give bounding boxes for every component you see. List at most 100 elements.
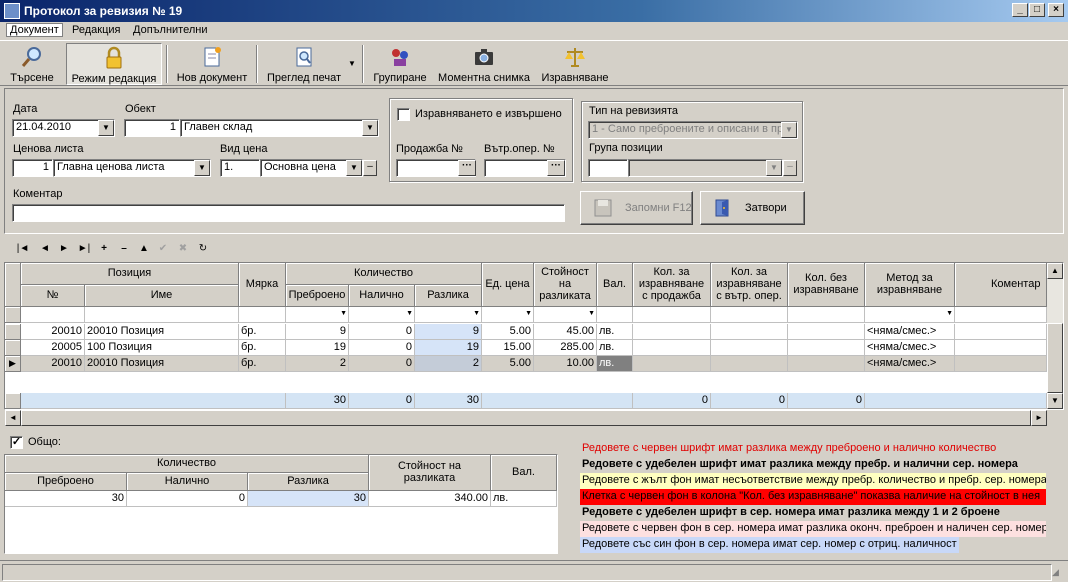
pricelist-dropdown-button[interactable]: ▼ [194, 160, 210, 176]
cell-unit[interactable]: бр. [239, 324, 286, 340]
filter-unit[interactable] [239, 307, 286, 323]
header-unit-price[interactable]: Ед. цена [482, 263, 534, 307]
scroll-right-button[interactable]: ► [1031, 410, 1047, 426]
menu-document[interactable]: Документ [6, 23, 63, 37]
new-document-button[interactable]: Нов документ [172, 43, 252, 85]
filter-qty-internal[interactable] [711, 307, 788, 323]
internal-op-browse-button[interactable]: ··· [547, 160, 565, 176]
header-available[interactable]: Налично [349, 285, 415, 307]
cell-counted[interactable]: 19 [286, 340, 349, 356]
cell-qty-sale[interactable] [633, 340, 711, 356]
pricelist-code-field[interactable]: 1 [12, 159, 53, 177]
position-group-code-field[interactable] [588, 159, 628, 177]
cell-currency[interactable]: лв. [597, 356, 633, 372]
header-qty-internal[interactable]: Кол. за изравняване с вътр. опер. [711, 263, 788, 307]
header-difference[interactable]: Разлика [415, 285, 482, 307]
nav-refresh-button[interactable]: ↻ [196, 242, 210, 256]
cell-name[interactable]: 100 Позиция [85, 340, 239, 356]
close-button[interactable]: Затвори [700, 191, 805, 225]
cell-available[interactable]: 0 [349, 340, 415, 356]
price-type-code-field[interactable]: 1. [220, 159, 260, 177]
filter-dropdown-icon[interactable]: ▼ [588, 310, 595, 317]
close-window-button[interactable]: × [1048, 3, 1064, 17]
cell-name[interactable]: 20010 Позиция [85, 356, 239, 372]
minimize-button[interactable]: _ [1012, 3, 1028, 17]
cell-qty-noalign[interactable] [788, 356, 865, 372]
filter-qty-sale[interactable] [633, 307, 711, 323]
cell-unit-price[interactable]: 5.00 [482, 356, 534, 372]
cell-qty-internal[interactable] [711, 340, 788, 356]
filter-qty-noalign[interactable] [788, 307, 865, 323]
revision-type-dropdown-button[interactable]: ▼ [781, 122, 797, 138]
position-group-dropdown-button[interactable]: ▼ [766, 160, 782, 176]
nav-edit-button[interactable]: ▲ [137, 242, 151, 256]
filter-dropdown-icon[interactable]: ▼ [406, 310, 413, 317]
snapshot-button[interactable]: Моментна снимка [434, 43, 534, 85]
edit-mode-button[interactable]: Режим редакция [66, 43, 162, 85]
row-indicator[interactable] [5, 340, 21, 356]
object-code-field[interactable]: 1 [124, 119, 180, 137]
cell-counted[interactable]: 9 [286, 324, 349, 340]
header-counted[interactable]: Преброено [286, 285, 349, 307]
filter-unit-price[interactable]: ▼ [482, 307, 534, 323]
nav-first-button[interactable]: |◄ [16, 242, 30, 256]
cell-diff-value[interactable]: 45.00 [534, 324, 597, 340]
filter-dropdown-icon[interactable]: ▼ [946, 310, 953, 317]
group-button[interactable]: Групиране [370, 43, 430, 85]
position-group-name-field[interactable] [628, 159, 783, 177]
cell-qty-sale[interactable] [633, 324, 711, 340]
header-qty-noalign[interactable]: Кол. без изравняване [788, 263, 865, 307]
object-dropdown-button[interactable]: ▼ [362, 120, 378, 136]
cell-qty-noalign[interactable] [788, 340, 865, 356]
nav-prior-button[interactable]: ◄ [38, 242, 52, 256]
menu-additional[interactable]: Допълнителни [133, 24, 207, 36]
sale-browse-button[interactable]: ··· [458, 160, 476, 176]
scroll-up-button[interactable]: ▲ [1047, 263, 1063, 279]
filter-method[interactable]: ▼ [865, 307, 955, 323]
header-no[interactable]: № [21, 285, 85, 307]
filter-comment[interactable] [955, 307, 1047, 323]
cell-difference[interactable]: 2 [415, 356, 482, 372]
filter-currency[interactable] [597, 307, 633, 323]
header-quantity[interactable]: Количество [286, 263, 482, 285]
scroll-thumb[interactable] [1047, 323, 1063, 393]
cell-qty-internal[interactable] [711, 324, 788, 340]
cell-unit[interactable]: бр. [239, 356, 286, 372]
filter-dropdown-icon[interactable]: ▼ [473, 310, 480, 317]
filter-dropdown-icon[interactable]: ▼ [340, 310, 347, 317]
menu-edit[interactable]: Редакция [72, 24, 120, 36]
cell-qty-noalign[interactable] [788, 324, 865, 340]
cell-qty-sale[interactable] [633, 356, 711, 372]
header-currency[interactable]: Вал. [597, 263, 633, 307]
cell-unit-price[interactable]: 15.00 [482, 340, 534, 356]
cell-comment[interactable] [955, 356, 1047, 372]
cell-available[interactable]: 0 [349, 324, 415, 340]
cell-no[interactable]: 20005 [21, 340, 85, 356]
pricelist-name-field[interactable]: Главна ценова листа [53, 159, 211, 177]
header-name[interactable]: Име [85, 285, 239, 307]
aligned-checkbox[interactable] [397, 108, 410, 121]
cell-name[interactable]: 20010 Позиция [85, 324, 239, 340]
comment-field[interactable] [12, 204, 565, 222]
filter-name[interactable] [85, 307, 239, 323]
total-checkbox[interactable]: ✓ [10, 436, 23, 449]
cell-unit[interactable]: бр. [239, 340, 286, 356]
header-position[interactable]: Позиция [21, 263, 239, 285]
filter-available[interactable]: ▼ [349, 307, 415, 323]
header-unit[interactable]: Мярка [239, 263, 286, 307]
price-type-clear-button[interactable]: – [363, 160, 377, 176]
cell-difference[interactable]: 19 [415, 340, 482, 356]
scroll-left-button[interactable]: ◄ [5, 410, 21, 426]
revision-type-field[interactable]: 1 - Само преброените и описани в пр [588, 121, 798, 139]
cell-no[interactable]: 20010 [21, 324, 85, 340]
cell-diff-value[interactable]: 10.00 [534, 356, 597, 372]
cell-currency[interactable]: лв. [597, 324, 633, 340]
search-button[interactable]: Търсене [6, 43, 58, 85]
filter-counted[interactable]: ▼ [286, 307, 349, 323]
filter-difference[interactable]: ▼ [415, 307, 482, 323]
nav-post-button[interactable]: ✔ [156, 242, 170, 256]
print-preview-dropdown-icon[interactable]: ▼ [348, 59, 356, 68]
nav-insert-button[interactable]: + [97, 242, 111, 256]
cell-comment[interactable] [955, 340, 1047, 356]
maximize-button[interactable]: □ [1029, 3, 1045, 17]
